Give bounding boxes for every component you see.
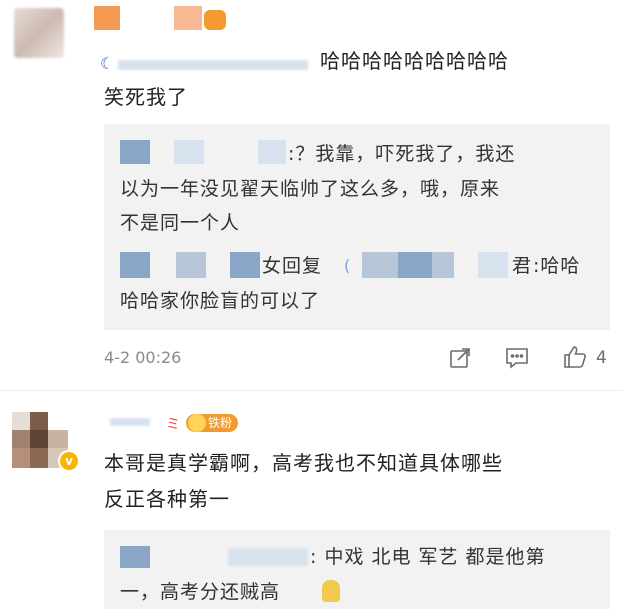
reply-name-tail: 君: [512, 255, 533, 277]
fan-badge-label: 铁粉: [208, 416, 233, 430]
mention-icon: ☾: [100, 54, 115, 73]
reply-text: 以为一年没见翟天临帅了这么多，哦，原来: [120, 178, 501, 200]
reply-label: 女回复: [262, 255, 323, 277]
emoji-icon: [322, 580, 340, 602]
reply-target-mosaic[interactable]: [398, 252, 432, 278]
reply-text: : 中戏 北电 军艺 都是他第: [310, 546, 546, 568]
reply-target-mosaic[interactable]: [478, 252, 508, 278]
verified-icon: v: [58, 450, 80, 472]
like-icon[interactable]: [562, 344, 588, 370]
mention-icon: (: [344, 256, 351, 275]
reply-username-mosaic[interactable]: [174, 140, 204, 164]
timestamp: 4-2 00:26: [104, 348, 182, 367]
username-mosaic[interactable]: [94, 6, 120, 30]
reply-text: :哈哈: [533, 255, 581, 277]
reply-username-mosaic[interactable]: [120, 546, 150, 568]
reply-username-mosaic[interactable]: [228, 548, 308, 566]
reply-username-mosaic[interactable]: [120, 140, 150, 164]
reply-username-mosaic[interactable]: [176, 252, 206, 278]
avatar[interactable]: [14, 8, 64, 58]
fan-badge-icon: [188, 414, 206, 432]
username-mosaic[interactable]: [110, 418, 150, 426]
like-count: 4: [596, 348, 607, 368]
divider: [0, 390, 623, 391]
reply-text: 哈哈家你脸盲的可以了: [120, 290, 321, 312]
reply-text: 不是同一个人: [120, 212, 241, 234]
share-icon[interactable]: [448, 346, 472, 370]
username-mosaic[interactable]: [174, 6, 202, 30]
reply-text: :？我靠，吓死我了，我还: [288, 143, 516, 165]
reply-username-mosaic[interactable]: [230, 252, 260, 278]
comment-text: 本哥是真学霸啊，高考我也不知道具体哪些: [104, 451, 503, 475]
comment-icon[interactable]: [504, 346, 530, 370]
reply-username-mosaic[interactable]: [120, 252, 150, 278]
reply-target-mosaic[interactable]: [362, 252, 398, 278]
username-fragment-icon: ミ: [166, 417, 180, 433]
reply-target-mosaic[interactable]: [432, 252, 454, 278]
mention-mosaic[interactable]: [118, 60, 308, 70]
reply-username-mosaic[interactable]: [258, 140, 286, 164]
comment-text: 笑死我了: [104, 85, 188, 109]
comment-text: 反正各种第一: [104, 487, 230, 511]
comment-text: 哈哈哈哈哈哈哈哈哈: [320, 49, 509, 73]
reply-text: 一，高考分还贼高: [120, 581, 281, 603]
fan-badge-icon: [204, 10, 226, 30]
